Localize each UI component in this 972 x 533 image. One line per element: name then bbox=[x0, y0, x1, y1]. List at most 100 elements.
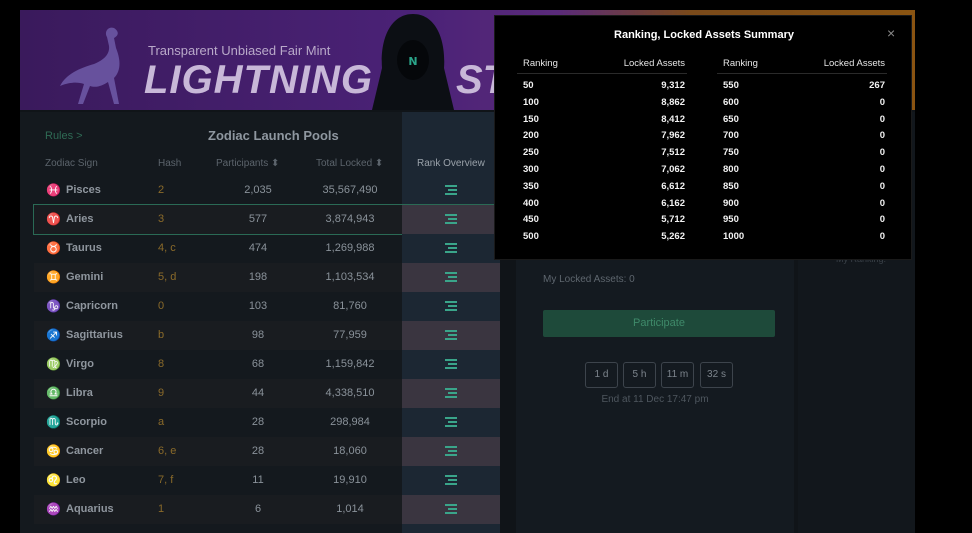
list-icon bbox=[445, 214, 457, 225]
locked-assets-value: 9,312 bbox=[661, 80, 685, 91]
zodiac-sign: Aries bbox=[66, 213, 94, 225]
col-locked-assets: Locked Assets bbox=[623, 58, 685, 69]
ranking-row: 1000 0 bbox=[723, 228, 887, 245]
col-ranking: Ranking bbox=[723, 58, 758, 69]
participants-value: 103 bbox=[248, 300, 268, 312]
rank-overview-button[interactable] bbox=[402, 176, 500, 205]
ranking-value: 450 bbox=[523, 214, 539, 226]
locked-assets-value: 0 bbox=[879, 197, 885, 209]
total-locked-value: 81,760 bbox=[333, 300, 367, 312]
total-locked-value: 1,014 bbox=[336, 503, 364, 515]
rank-overview-button[interactable] bbox=[402, 350, 500, 379]
ranking-row: 150 8,412 bbox=[523, 111, 687, 128]
total-locked-value: 35,567,490 bbox=[322, 184, 378, 196]
locked-assets-value: 0 bbox=[879, 113, 885, 125]
ranking-row: 500 5,262 bbox=[523, 228, 687, 245]
pool-row[interactable]: ♒ Aquarius 1 6 1,014 bbox=[34, 495, 500, 524]
rank-overview-button[interactable] bbox=[402, 205, 500, 234]
list-icon bbox=[445, 243, 457, 254]
locked-assets-value: 0 bbox=[879, 96, 885, 108]
pools-title: Zodiac Launch Pools bbox=[208, 128, 339, 143]
header-participants-sort[interactable]: Participants ⬍ bbox=[216, 158, 279, 169]
timer-days: 1 d bbox=[585, 362, 618, 388]
hash-value: 6, e bbox=[158, 445, 177, 457]
participate-button[interactable]: Participate bbox=[543, 310, 775, 337]
participants-value: 28 bbox=[251, 416, 265, 428]
ranking-value: 50 bbox=[523, 80, 534, 91]
zodiac-sign: Gemini bbox=[66, 271, 104, 283]
ranking-value: 200 bbox=[523, 130, 539, 142]
pool-row[interactable]: ♋ Cancer 6, e 28 18,060 bbox=[34, 437, 500, 466]
rank-overview-button[interactable] bbox=[402, 379, 500, 408]
hooded-figure-icon: N bbox=[372, 14, 454, 110]
rank-overview-button[interactable] bbox=[402, 408, 500, 437]
rules-link[interactable]: Rules > bbox=[45, 130, 83, 142]
ranking-value: 550 bbox=[723, 80, 739, 91]
hash-value: 2 bbox=[158, 184, 165, 196]
pool-row[interactable]: ♈ Aries 3 577 3,874,943 bbox=[33, 204, 501, 235]
ranking-value: 850 bbox=[723, 180, 739, 192]
pool-row[interactable]: ♑ Capricorn 0 103 81,760 bbox=[34, 292, 500, 321]
timer-hours: 5 h bbox=[623, 362, 656, 388]
zodiac-sign: Aquarius bbox=[66, 503, 114, 515]
hash-value: 8 bbox=[158, 358, 165, 370]
ranking-row: 650 0 bbox=[723, 111, 887, 128]
ranking-value: 950 bbox=[723, 214, 739, 226]
ranking-row: 800 0 bbox=[723, 161, 887, 178]
end-time: End at 11 Dec 17:47 pm bbox=[601, 394, 709, 405]
locked-assets-value: 0 bbox=[879, 164, 885, 175]
total-locked-value: 3,874,943 bbox=[325, 213, 375, 225]
ranking-row: 600 0 bbox=[723, 94, 887, 111]
header-total-locked-sort[interactable]: Total Locked ⬍ bbox=[316, 158, 383, 169]
list-icon bbox=[445, 417, 457, 428]
ranking-row: 100 8,862 bbox=[523, 94, 687, 111]
virgo-icon: ♍ bbox=[46, 357, 61, 371]
pool-row[interactable]: ♏ Scorpio a 28 298,984 bbox=[34, 408, 500, 437]
ranking-row: 250 7,512 bbox=[523, 144, 687, 161]
ranking-row: 950 0 bbox=[723, 211, 887, 228]
ranking-summary-modal: Ranking, Locked Assets Summary × Ranking… bbox=[494, 15, 912, 260]
rank-overview-button[interactable] bbox=[402, 466, 500, 495]
ranking-row: 550 267 bbox=[723, 77, 887, 94]
libra-icon: ♎ bbox=[46, 386, 61, 400]
locked-assets-value: 8,412 bbox=[661, 113, 685, 125]
rank-overview-button[interactable] bbox=[402, 263, 500, 292]
hash-value: 3 bbox=[158, 213, 165, 225]
zodiac-sign: Libra bbox=[66, 387, 93, 399]
pool-row[interactable]: ♓ Pisces 2 2,035 35,567,490 bbox=[34, 176, 500, 205]
locked-assets-value: 6,612 bbox=[661, 180, 685, 192]
locked-assets-value: 5,262 bbox=[661, 231, 685, 243]
ranking-value: 250 bbox=[523, 147, 539, 159]
pool-row[interactable]: ♍ Virgo 8 68 1,159,842 bbox=[34, 350, 500, 379]
total-locked-value: 19,910 bbox=[333, 474, 367, 486]
header-rank-overview: Rank Overview bbox=[417, 158, 485, 169]
list-icon bbox=[445, 185, 457, 196]
close-icon[interactable]: × bbox=[887, 25, 895, 41]
rank-overview-button[interactable] bbox=[402, 234, 500, 263]
modal-title: Ranking, Locked Assets Summary bbox=[614, 29, 794, 41]
locked-assets-value: 0 bbox=[879, 180, 885, 192]
rank-overview-button[interactable] bbox=[402, 321, 500, 350]
screen: Transparent Unbiased Fair Mint LIGHTNING… bbox=[0, 0, 972, 533]
col-locked-assets: Locked Assets bbox=[823, 58, 885, 69]
pool-row[interactable]: ♎ Libra 9 44 4,338,510 bbox=[34, 379, 500, 408]
total-locked-value: 4,338,510 bbox=[325, 387, 375, 399]
ranking-row: 200 7,962 bbox=[523, 127, 687, 144]
aquarius-icon: ♒ bbox=[46, 502, 61, 516]
rank-overview-button[interactable] bbox=[402, 437, 500, 466]
participants-value: 2,035 bbox=[244, 184, 272, 196]
rank-overview-button[interactable] bbox=[402, 495, 500, 524]
locked-assets-value: 267 bbox=[869, 80, 885, 91]
participants-value: 6 bbox=[254, 503, 262, 515]
pool-row[interactable]: ♐ Sagittarius b 98 77,959 bbox=[34, 321, 500, 350]
locked-assets-value: 7,962 bbox=[661, 130, 685, 142]
taurus-icon: ♉ bbox=[46, 241, 61, 255]
ranking-value: 400 bbox=[523, 197, 539, 209]
pool-row[interactable]: ♉ Taurus 4, c 474 1,269,988 bbox=[34, 234, 500, 263]
pool-row[interactable]: ♌ Leo 7, f 11 19,910 bbox=[34, 466, 500, 495]
locked-assets-value: 7,512 bbox=[661, 147, 685, 159]
hash-value: b bbox=[158, 329, 165, 341]
ranking-value: 650 bbox=[723, 113, 739, 125]
rank-overview-button[interactable] bbox=[402, 292, 500, 321]
pool-row[interactable]: ♊ Gemini 5, d 198 1,103,534 bbox=[34, 263, 500, 292]
